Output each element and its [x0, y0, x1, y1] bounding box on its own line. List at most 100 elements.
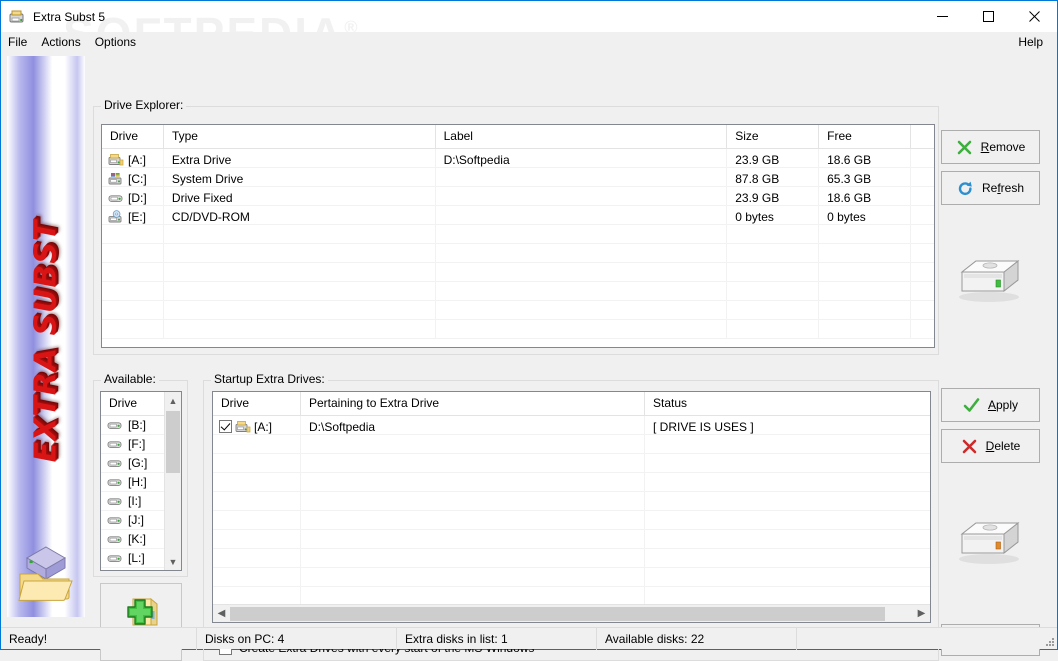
- cell-type: Extra Drive: [164, 149, 436, 168]
- empty-row: [213, 473, 930, 492]
- cell-size: 23.9 GB: [727, 149, 820, 168]
- maximize-button[interactable]: [965, 1, 1011, 32]
- status-cell-ready: Ready!: [1, 627, 197, 650]
- status-bar: Ready! Disks on PC: 4 Extra disks in lis…: [1, 627, 1057, 650]
- menu-help[interactable]: Help: [1011, 33, 1057, 51]
- column-header-drive[interactable]: Drive: [213, 392, 301, 416]
- scroll-down-arrow[interactable]: ▼: [165, 553, 181, 570]
- empty-row: [102, 301, 934, 320]
- list-item-label: [I:]: [128, 494, 142, 508]
- list-item-label: [F:]: [128, 437, 146, 451]
- startup-hscrollbar[interactable]: ◀ ▶: [213, 604, 930, 622]
- delete-button-label: Delete: [985, 439, 1021, 453]
- cell-status: [ DRIVE IS USES ]: [653, 419, 754, 434]
- refresh-button[interactable]: Refresh: [941, 171, 1040, 205]
- resize-grip-icon[interactable]: [1043, 635, 1055, 647]
- drive-explorer-label: Drive Explorer:: [101, 98, 187, 112]
- app-icon: [9, 9, 27, 25]
- remove-button-label: Remove: [980, 140, 1026, 154]
- red-x-icon: [961, 438, 978, 455]
- window-controls: [919, 1, 1057, 32]
- cell-free: 18.6 GB: [819, 149, 911, 168]
- column-header-spacer: [911, 125, 934, 149]
- table-row[interactable]: [D:] Drive Fixed 23.9 GB 18.6 GB: [102, 187, 934, 206]
- row-checkbox[interactable]: [219, 420, 232, 433]
- column-header-label[interactable]: Label: [436, 125, 728, 149]
- table-row[interactable]: [C:] System Drive 87.8 GB 65.3 GB: [102, 168, 934, 187]
- removable-drive-icon: [107, 475, 123, 489]
- empty-row: [102, 320, 934, 339]
- drive-explorer-header: Drive Type Label Size Free: [102, 125, 934, 149]
- remove-button[interactable]: Remove: [941, 130, 1040, 164]
- column-header-type[interactable]: Type: [164, 125, 436, 149]
- column-header-drive[interactable]: Drive: [102, 125, 164, 149]
- apply-button[interactable]: Apply: [941, 388, 1040, 422]
- table-row[interactable]: [A:] Extra Drive D:\Softpedia 23.9 GB 18…: [102, 149, 934, 168]
- removable-drive-icon: [107, 532, 123, 546]
- status-cell-extra-disks: Extra disks in list: 1: [397, 627, 597, 650]
- cell-label: D:\Softpedia: [436, 149, 728, 168]
- drive-explorer-list[interactable]: Drive Type Label Size Free [A:] Extra Dr…: [101, 124, 935, 348]
- startup-rows: [A:] D:\Softpedia [ DRIVE IS USES ]: [213, 416, 930, 606]
- removable-drive-icon: [107, 513, 123, 527]
- empty-row: [102, 244, 934, 263]
- close-button[interactable]: [1011, 1, 1057, 32]
- minimize-button[interactable]: [919, 1, 965, 32]
- startup-list[interactable]: Drive Pertaining to Extra Drive Status […: [212, 391, 931, 623]
- status-cell-disks-on-pc: Disks on PC: 4: [197, 627, 397, 650]
- empty-row: [102, 282, 934, 301]
- cell-size: 23.9 GB: [727, 187, 820, 206]
- hard-drive-orange-led-icon: [952, 514, 1026, 566]
- system-drive-icon: [108, 172, 124, 186]
- startup-label: Startup Extra Drives:: [211, 372, 328, 386]
- menu-options[interactable]: Options: [88, 33, 143, 51]
- removable-drive-icon: [107, 551, 123, 565]
- column-header-free[interactable]: Free: [819, 125, 912, 149]
- empty-row: [213, 568, 930, 587]
- empty-row: [213, 492, 930, 511]
- list-item-label: [G:]: [128, 456, 148, 470]
- removable-drive-icon: [107, 437, 123, 451]
- column-header-status[interactable]: Status: [645, 392, 929, 416]
- menu-bar: File Actions Options Help: [1, 32, 1057, 52]
- list-item-label: [M:]: [128, 570, 148, 571]
- scroll-right-arrow[interactable]: ▶: [913, 608, 930, 619]
- fixed-drive-icon: [108, 191, 124, 205]
- scroll-up-arrow[interactable]: ▲: [165, 392, 181, 409]
- removable-drive-icon: [107, 570, 123, 571]
- cell-label: [436, 187, 728, 206]
- table-row[interactable]: [A:] D:\Softpedia [ DRIVE IS USES ]: [213, 416, 930, 435]
- list-item-label: [L:]: [128, 551, 145, 565]
- scrollbar-track[interactable]: [230, 606, 913, 622]
- extra-drive-icon: [235, 420, 251, 434]
- cell-free: 0 bytes: [819, 206, 911, 225]
- hard-drive-green-led-icon: [952, 252, 1026, 304]
- app-window: Extra Subst 5 SOFTPEDIA® File Actions Op…: [0, 0, 1058, 661]
- drive-explorer-rows: [A:] Extra Drive D:\Softpedia 23.9 GB 18…: [102, 149, 934, 339]
- available-list[interactable]: Drive [B:][F:][G:][H:][I:][J:][K:][L:][M…: [100, 391, 182, 571]
- cell-drive: [A:]: [254, 419, 273, 434]
- list-item-label: [B:]: [128, 418, 147, 432]
- apply-button-label: Apply: [987, 398, 1019, 412]
- empty-row: [213, 511, 930, 530]
- cell-drive: [D:]: [128, 190, 147, 205]
- cell-type: CD/DVD-ROM: [164, 206, 436, 225]
- cell-drive: [A:]: [128, 152, 147, 167]
- empty-row: [213, 435, 930, 454]
- column-header-size[interactable]: Size: [727, 125, 820, 149]
- cell-size: 0 bytes: [727, 206, 820, 225]
- menu-file[interactable]: File: [1, 33, 34, 51]
- removable-drive-icon: [107, 494, 123, 508]
- menu-actions[interactable]: Actions: [34, 33, 87, 51]
- folder-disk-logo-icon: [15, 541, 77, 603]
- cell-free: 65.3 GB: [819, 168, 911, 187]
- table-row[interactable]: [E:] CD/DVD-ROM 0 bytes 0 bytes: [102, 206, 934, 225]
- scrollbar-thumb[interactable]: [166, 411, 180, 473]
- scrollbar-thumb[interactable]: [230, 606, 885, 621]
- delete-button[interactable]: Delete: [941, 429, 1040, 463]
- scroll-left-arrow[interactable]: ◀: [213, 608, 230, 619]
- empty-row: [213, 530, 930, 549]
- available-scrollbar[interactable]: ▲ ▼: [164, 392, 181, 570]
- list-item-label: [H:]: [128, 475, 147, 489]
- column-header-pertaining[interactable]: Pertaining to Extra Drive: [301, 392, 645, 416]
